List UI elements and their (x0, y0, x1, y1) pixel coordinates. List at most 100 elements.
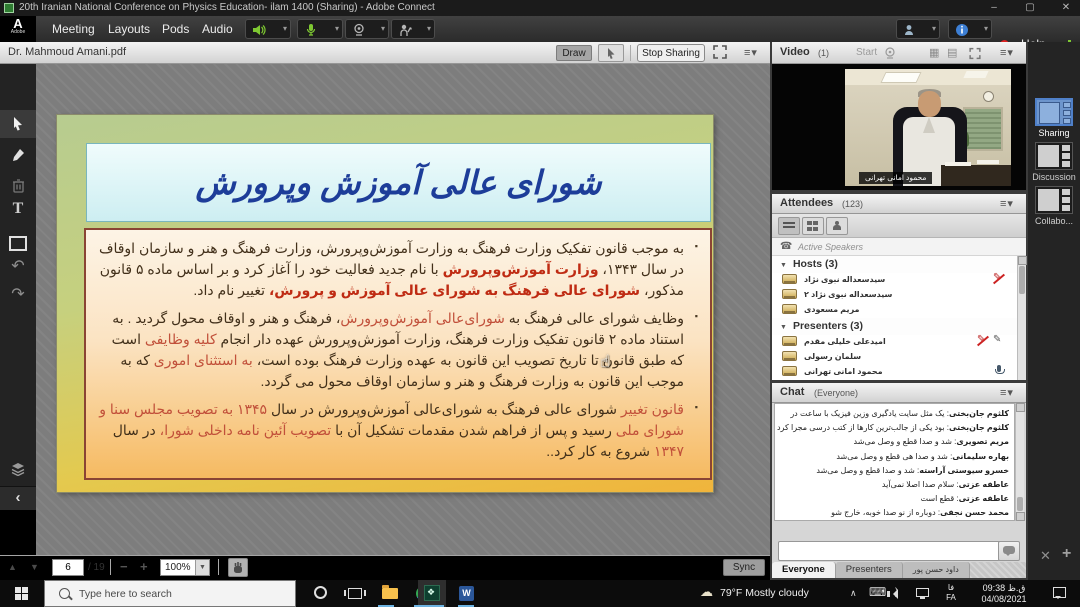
action-center-icon[interactable] (1053, 587, 1066, 598)
attendees-pod-menu-icon[interactable]: ≡▾ (1000, 197, 1014, 210)
adobe-logo[interactable]: A Adobe (0, 16, 36, 42)
pod-add-icon[interactable]: + (1062, 545, 1071, 563)
webcam-button[interactable]: ▾ (345, 19, 389, 39)
word-button[interactable]: W (452, 580, 482, 607)
chat-input[interactable] (778, 541, 1000, 561)
share-pod-menu-icon[interactable]: ≡▾ (744, 46, 758, 59)
pod-close-icon[interactable]: ✕ (1040, 548, 1051, 564)
attendee-row[interactable]: محمود امانی تهرانی (772, 365, 1017, 380)
webcam-video[interactable]: محمود امانی تهرانی (772, 64, 1026, 190)
attendee-list: ▼Hosts (3)سیدسعداله نبوی نژادسیدسعداله ن… (772, 256, 1017, 380)
undo-button[interactable]: ↶ (0, 256, 36, 284)
chat-send-button[interactable] (998, 541, 1020, 561)
attendee-row[interactable]: سلمان رسولی (772, 350, 1017, 365)
attendee-group-header[interactable]: ▼Presenters (3) (772, 318, 1017, 335)
shape-tool[interactable] (0, 228, 36, 256)
pointer-tool-button[interactable] (598, 44, 624, 62)
scroll-down-arrow[interactable] (1016, 512, 1025, 521)
microphone-button[interactable]: ▾ (297, 19, 343, 39)
attendee-row[interactable]: امیدعلی خلیلی مقدم (772, 335, 1017, 350)
chat-pod-menu-icon[interactable]: ≡▾ (1000, 386, 1014, 399)
chat-tab-everyone[interactable]: Everyone (772, 562, 836, 578)
page-number-input[interactable] (52, 559, 84, 576)
weather-icon[interactable]: ☁ (700, 584, 713, 600)
active-speakers-label: Active Speakers (798, 242, 863, 252)
weather-text[interactable]: 79°F Mostly cloudy (720, 587, 809, 599)
delete-tool[interactable] (0, 172, 36, 200)
chat-scrollbar[interactable] (1015, 403, 1024, 521)
menu-audio[interactable]: Audio (192, 16, 243, 42)
volume-icon[interactable] (893, 589, 898, 599)
layout-item-discussion[interactable]: Discussion (1031, 142, 1077, 182)
speaker-button[interactable]: ▾ (245, 19, 291, 39)
menu-layouts[interactable]: Layouts (98, 16, 160, 42)
next-page-button[interactable]: ▼ (30, 562, 39, 572)
language-indicator[interactable]: فا FA (942, 583, 960, 603)
marker-tool[interactable] (0, 142, 36, 170)
attendee-row[interactable]: مریم مسعودی (772, 303, 1017, 318)
speaker-dropdown-caret[interactable]: ▾ (283, 24, 287, 33)
attendee-grid-view-button[interactable] (802, 217, 824, 235)
status-button[interactable]: ▾ (896, 19, 940, 39)
attendee-list-view-button[interactable] (778, 217, 800, 235)
microphone-icon (304, 23, 318, 37)
status-dropdown-caret[interactable]: ▾ (932, 24, 936, 33)
collapse-rail-button[interactable]: ‹ (0, 486, 36, 510)
scrollbar-thumb[interactable] (1017, 497, 1023, 511)
grid-view-icon[interactable]: ▦ (929, 46, 939, 59)
zoom-in-button[interactable]: + (140, 559, 148, 574)
attendee-row[interactable]: سیدسعداله نبوی نژاد ۲ (772, 288, 1017, 303)
video-pod-menu-icon[interactable]: ≡▾ (1000, 46, 1014, 59)
sync-button[interactable]: Sync (723, 559, 765, 576)
draw-button[interactable]: Draw (556, 45, 592, 61)
touch-keyboard-icon[interactable]: ⌨ (869, 585, 886, 599)
attendee-status-view-button[interactable] (826, 217, 848, 235)
scroll-up-arrow[interactable] (1016, 403, 1025, 412)
layout-item-sharing[interactable]: Sharing (1031, 98, 1077, 138)
redo-button[interactable]: ↷ (0, 284, 36, 312)
chat-tab-presenters[interactable]: Presenters (836, 562, 903, 578)
webcam-dropdown-caret[interactable]: ▾ (381, 24, 385, 33)
start-button[interactable] (0, 580, 44, 607)
microphone-dropdown-caret[interactable]: ▾ (335, 24, 339, 33)
close-button[interactable]: ✕ (1051, 0, 1080, 16)
text-tool[interactable]: T (0, 200, 36, 228)
start-webcam-button[interactable]: Start (856, 47, 877, 58)
active-speakers-row[interactable]: ☎ Active Speakers (772, 238, 1026, 256)
pan-tool-button[interactable] (228, 558, 248, 577)
taskbar-search[interactable]: Type here to search (44, 580, 296, 607)
attendees-scrollbar[interactable] (1017, 256, 1026, 380)
menu-meeting[interactable]: Meeting (42, 16, 105, 42)
minimize-button[interactable]: – (979, 0, 1009, 16)
maximize-button[interactable]: ▢ (1015, 0, 1045, 16)
attendee-row[interactable]: سیدسعداله نبوی نژاد (772, 273, 1017, 288)
adobe-connect-taskbar-button[interactable] (418, 580, 446, 607)
file-explorer-button[interactable] (374, 580, 404, 607)
fullscreen-button[interactable] (712, 44, 732, 62)
attendee-group-header[interactable]: ▼Hosts (3) (772, 256, 1017, 273)
zoom-out-button[interactable]: − (120, 559, 128, 574)
chat-tab-private[interactable]: داود حسن پور (903, 562, 970, 578)
raise-hand-dropdown-caret[interactable]: ▾ (427, 24, 431, 33)
zoom-level-select[interactable]: 100% ▼ (160, 559, 210, 576)
previous-page-button[interactable]: ▲ (8, 562, 17, 572)
raise-hand-button[interactable]: ▾ (391, 19, 435, 39)
info-button[interactable]: ▾ (948, 19, 992, 39)
taskbar-clock[interactable]: ق.ظ 09:38 04/08/2021 (968, 583, 1040, 604)
scrollbar-thumb[interactable] (1019, 266, 1025, 294)
tray-overflow-chevron[interactable]: ∧ (850, 588, 857, 599)
network-icon[interactable] (916, 588, 929, 597)
layers-button[interactable] (0, 456, 36, 484)
stop-sharing-button[interactable]: Stop Sharing (637, 44, 705, 62)
filmstrip-view-icon[interactable]: ▤ (947, 46, 957, 59)
scroll-up-arrow[interactable] (1018, 256, 1027, 265)
cortana-button[interactable] (306, 580, 336, 607)
video-fullscreen-icon[interactable] (968, 47, 982, 60)
task-view-button[interactable] (340, 580, 370, 607)
attendees-pod-header: Attendees (123) ≡▾ (772, 194, 1026, 214)
select-tool[interactable] (0, 110, 36, 138)
layout-item-collabo[interactable]: Collabo... (1031, 186, 1077, 226)
start-webcam-icon[interactable] (884, 47, 897, 59)
windows-logo-icon (15, 587, 28, 600)
info-dropdown-caret[interactable]: ▾ (984, 24, 988, 33)
